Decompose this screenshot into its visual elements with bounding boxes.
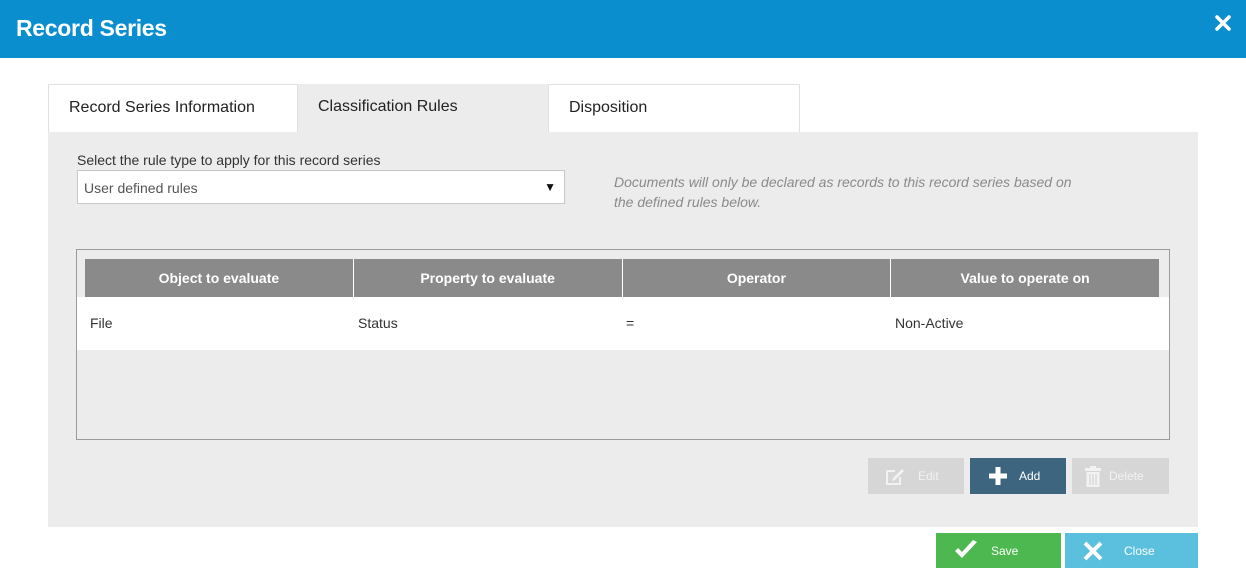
rule-type-select[interactable]: User defined rules ▼ <box>77 170 565 204</box>
grid-header: Object to evaluate Property to evaluate … <box>85 259 1159 297</box>
dropdown-arrow-icon: ▼ <box>544 180 556 194</box>
rules-hint-text: Documents will only be declared as recor… <box>614 174 1072 210</box>
rule-type-value: User defined rules <box>84 180 198 196</box>
checkmark-icon <box>954 540 978 563</box>
column-header-property[interactable]: Property to evaluate <box>353 259 623 297</box>
close-x-icon <box>1082 540 1104 565</box>
cell-value: Non-Active <box>895 315 964 331</box>
edit-button[interactable]: Edit <box>868 458 964 494</box>
close-label: Close <box>1124 544 1155 558</box>
table-row[interactable]: File Status = Non-Active <box>77 297 1169 350</box>
edit-icon <box>885 466 905 489</box>
classification-rules-panel: Select the rule type to apply for this r… <box>48 132 1198 527</box>
close-icon[interactable] <box>1214 14 1232 32</box>
cell-operator: = <box>626 315 635 331</box>
delete-button[interactable]: Delete <box>1072 458 1169 494</box>
close-button[interactable]: Close <box>1065 533 1198 568</box>
tab-classification-rules[interactable]: Classification Rules <box>298 84 548 132</box>
column-header-object[interactable]: Object to evaluate <box>85 259 354 297</box>
cell-object: File <box>90 315 113 331</box>
tab-bar: Record Series Information Classification… <box>48 84 800 132</box>
tab-record-series-information[interactable]: Record Series Information <box>48 84 298 132</box>
edit-label: Edit <box>918 469 939 483</box>
save-label: Save <box>991 544 1019 558</box>
tab-disposition[interactable]: Disposition <box>548 84 800 132</box>
trash-icon <box>1084 466 1102 491</box>
add-button[interactable]: Add <box>970 458 1066 494</box>
dialog-header: Record Series <box>0 0 1246 58</box>
column-header-value[interactable]: Value to operate on <box>891 259 1159 297</box>
dialog-title: Record Series <box>16 15 167 41</box>
add-label: Add <box>1019 469 1041 483</box>
plus-icon <box>988 466 1008 489</box>
delete-label: Delete <box>1109 469 1144 483</box>
rules-grid: Object to evaluate Property to evaluate … <box>76 249 1170 440</box>
column-header-operator[interactable]: Operator <box>622 259 892 297</box>
cell-property: Status <box>358 315 398 331</box>
save-button[interactable]: Save <box>936 533 1061 568</box>
rule-type-label: Select the rule type to apply for this r… <box>77 152 381 168</box>
